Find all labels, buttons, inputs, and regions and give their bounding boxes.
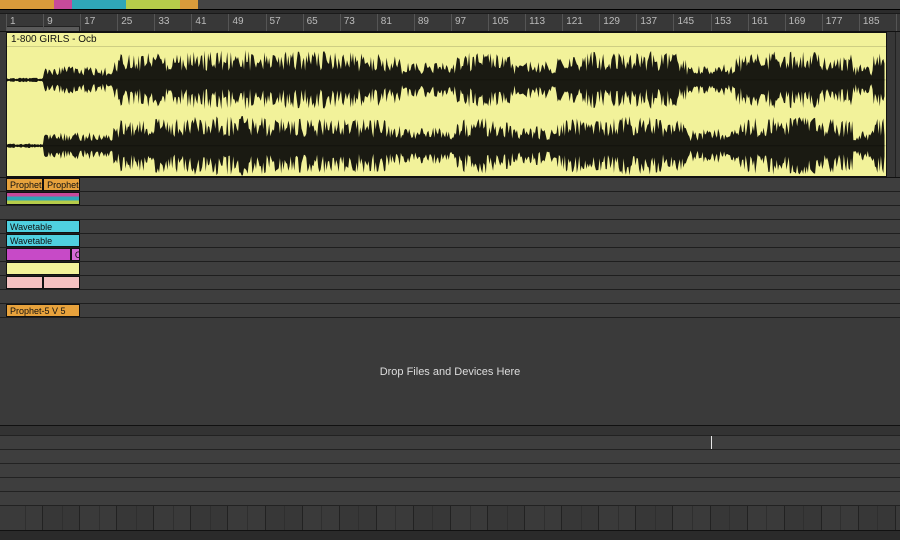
midi-clip[interactable] — [6, 262, 80, 275]
ruler-tick[interactable]: 49 — [228, 14, 243, 31]
daw-window: 1917253341495765738189971051131211291371… — [0, 0, 900, 540]
ruler-tick[interactable]: 41 — [191, 14, 206, 31]
drop-zone-label: Drop Files and Devices Here — [380, 366, 521, 378]
arrangement-view[interactable]: 1-800 GIRLS - Ocb ProphetProphet Wavetabl… — [0, 32, 900, 530]
midi-clip[interactable]: Prophet-5 V 5 — [6, 304, 80, 317]
return-row[interactable] — [0, 450, 900, 464]
arrangement-overview-strip[interactable] — [0, 0, 900, 10]
ruler-tick[interactable]: 1 — [6, 14, 16, 31]
ruler-tick[interactable]: 89 — [414, 14, 429, 31]
ruler-tick[interactable]: 33 — [154, 14, 169, 31]
ruler-tick[interactable]: 161 — [748, 14, 769, 31]
waveform — [7, 47, 886, 177]
track-row[interactable]: Prophet-5 V 5 — [0, 304, 900, 318]
ruler-tick[interactable]: 185 — [859, 14, 880, 31]
ruler-tick[interactable]: 113 — [525, 14, 545, 31]
ruler-tick[interactable]: 193 — [896, 14, 900, 31]
track-row[interactable] — [0, 290, 900, 304]
return-row[interactable] — [0, 436, 900, 450]
midi-clip[interactable]: Prophet — [6, 178, 43, 191]
audio-track[interactable]: 1-800 GIRLS - Ocb — [0, 32, 900, 178]
ruler-tick[interactable]: 73 — [340, 14, 355, 31]
ruler-tick[interactable]: 65 — [303, 14, 318, 31]
ruler-tick[interactable]: 9 — [43, 14, 53, 31]
ruler-tick[interactable]: 137 — [636, 14, 657, 31]
return-spacer — [0, 426, 900, 436]
ruler-tick[interactable]: 17 — [80, 14, 95, 31]
return-tracks — [0, 426, 900, 506]
ruler-tick[interactable]: 57 — [266, 14, 281, 31]
return-row[interactable] — [0, 492, 900, 506]
overview-toolbar[interactable] — [0, 0, 900, 14]
midi-clip[interactable]: Wavetable — [6, 220, 80, 233]
ruler-tick[interactable]: 129 — [599, 14, 620, 31]
midi-clip[interactable]: C — [71, 248, 80, 261]
ruler-tick[interactable]: 105 — [488, 14, 509, 31]
audio-clip-title[interactable]: 1-800 GIRLS - Ocb — [7, 33, 886, 47]
track-row[interactable]: Wavetable — [0, 220, 900, 234]
track-row[interactable] — [0, 262, 900, 276]
midi-clip[interactable]: Wavetable — [6, 234, 80, 247]
track-row[interactable]: Wavetable — [0, 234, 900, 248]
return-row[interactable] — [0, 464, 900, 478]
timeline-ruler[interactable]: 1 9 17 25 33 41 49 57 65 73 81 89 97 105 113 121 129 137 1… — [0, 14, 900, 32]
horizontal-scrollbar[interactable] — [0, 530, 900, 540]
ruler-tick[interactable]: 145 — [673, 14, 694, 31]
track-row[interactable] — [0, 192, 900, 206]
ruler-tick[interactable]: 121 — [562, 14, 583, 31]
tracks-container: ProphetProphetWavetableWavetableCProphet… — [0, 178, 900, 318]
return-row[interactable] — [0, 478, 900, 492]
midi-clip[interactable] — [6, 248, 71, 261]
midi-clip[interactable] — [6, 276, 43, 289]
ruler-tick[interactable]: 153 — [711, 14, 732, 31]
playhead[interactable] — [711, 436, 712, 449]
track-row[interactable]: C — [0, 248, 900, 262]
drop-zone[interactable]: Drop Files and Devices Here — [0, 318, 900, 426]
midi-clip[interactable]: Prophet — [43, 178, 80, 191]
ruler-tick[interactable]: 81 — [377, 14, 392, 31]
track-row[interactable] — [0, 206, 900, 220]
ruler-tick[interactable]: 25 — [117, 14, 132, 31]
track-row[interactable] — [0, 276, 900, 290]
midi-clip[interactable] — [6, 192, 80, 205]
scene-marker-icon[interactable] — [836, 32, 846, 33]
ruler-tick[interactable]: 169 — [785, 14, 806, 31]
track-row[interactable]: ProphetProphet — [0, 178, 900, 192]
ruler-tick[interactable]: 97 — [451, 14, 466, 31]
midi-clip[interactable] — [43, 276, 80, 289]
ruler-tick[interactable]: 177 — [822, 14, 843, 31]
audio-clip[interactable]: 1-800 GIRLS - Ocb — [6, 32, 887, 177]
